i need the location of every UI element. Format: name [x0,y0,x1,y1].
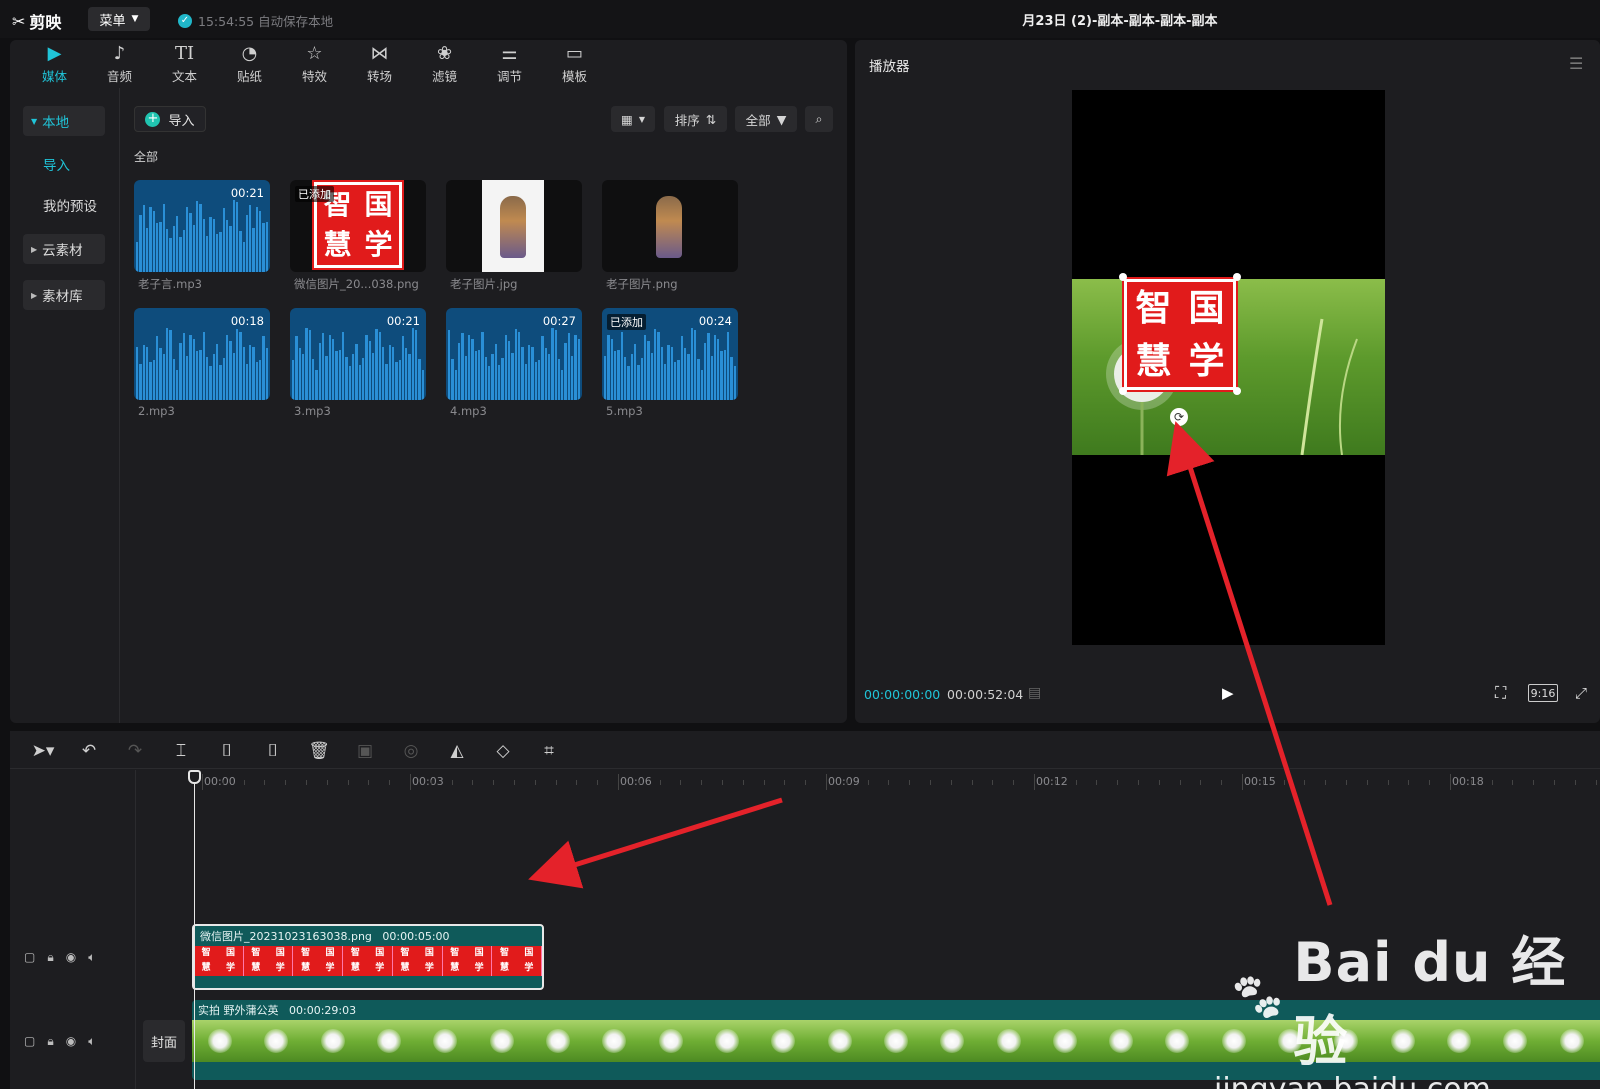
baidu-watermark: 🐾︎Bai du 经验 jingyan.baidu.com [1214,918,1600,1089]
paw-icon: 🐾︎ [1228,969,1288,1024]
watermark-main: Bai du 经验 [1293,931,1567,1073]
arrow-to-preview [1166,421,1333,906]
arrow-to-timeline [528,797,783,889]
